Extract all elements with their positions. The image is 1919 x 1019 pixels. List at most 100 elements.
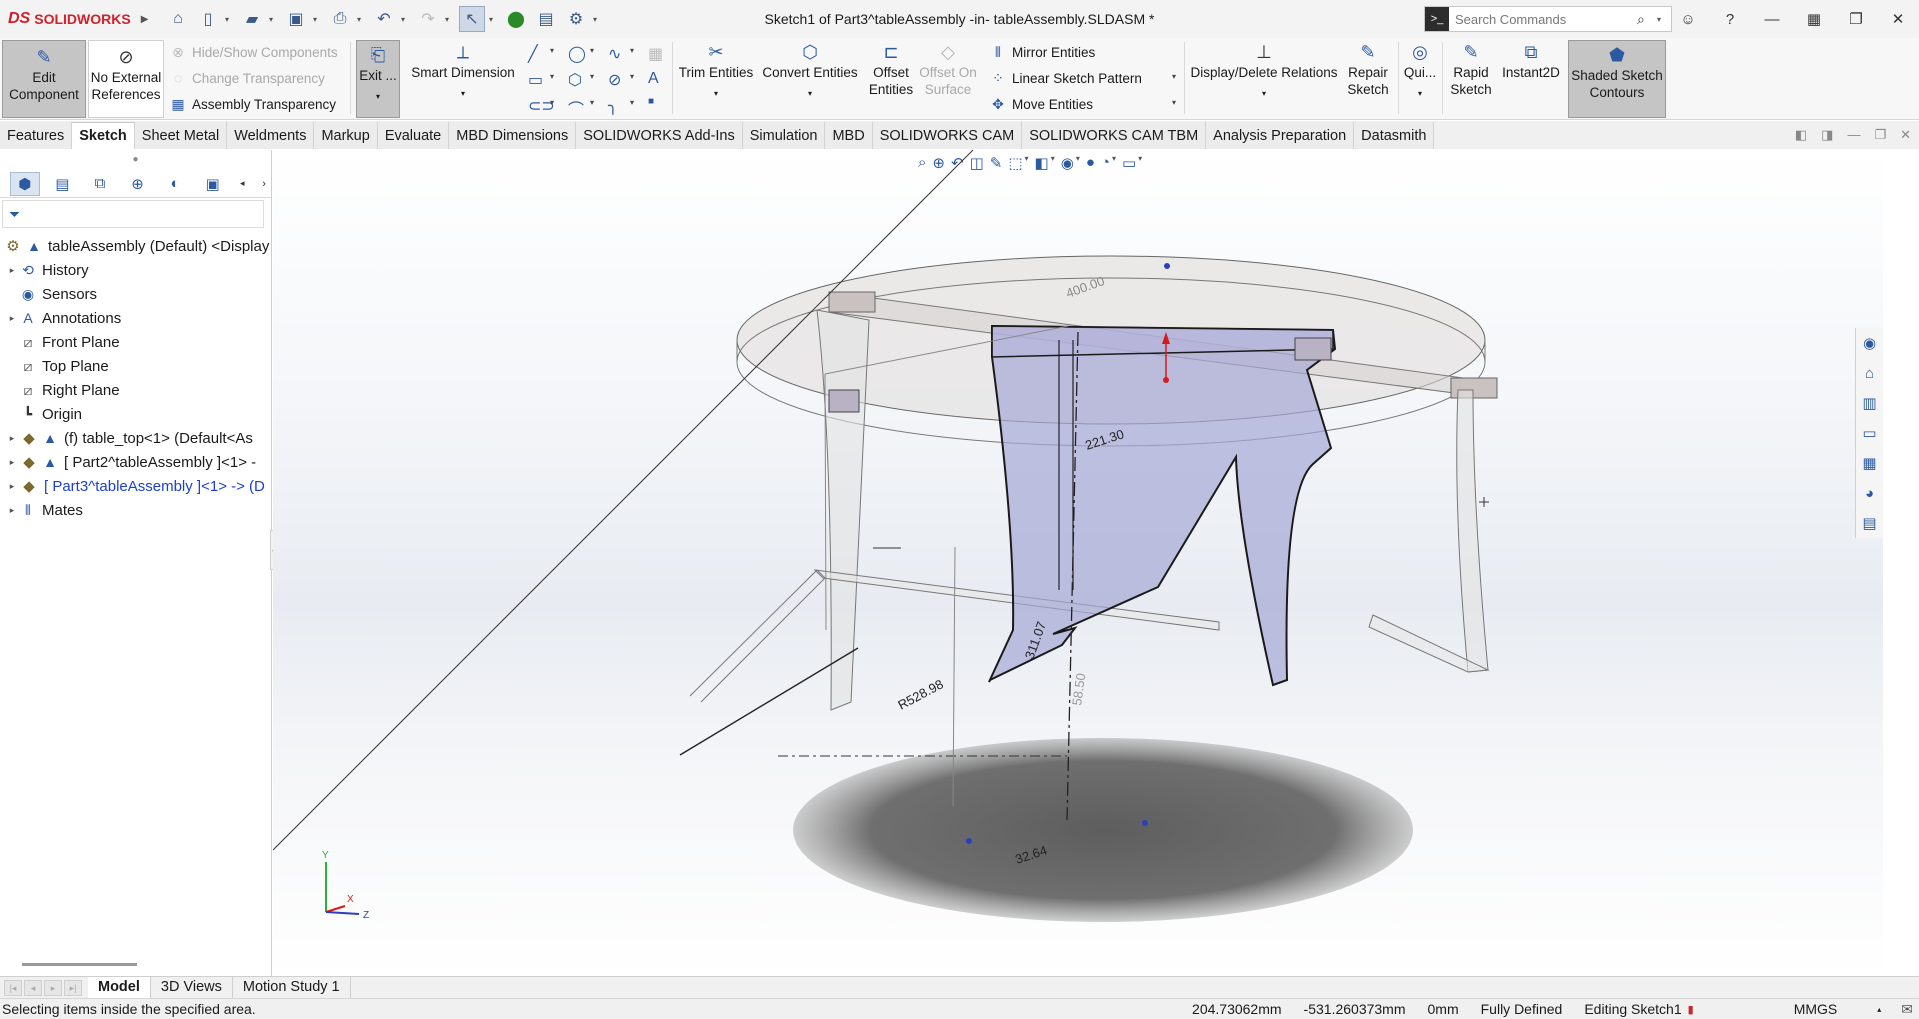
options-dropdown-icon[interactable]: ▾	[593, 15, 603, 24]
circle-icon[interactable]: ◯	[568, 44, 586, 64]
circle-dropdown-icon[interactable]: ▾	[590, 46, 594, 55]
hide-show-components-button[interactable]: ⊗ Hide/Show Components	[170, 44, 337, 61]
prev-tab-icon[interactable]: ◂	[24, 979, 42, 996]
select-dropdown-icon[interactable]: ▾	[489, 15, 499, 24]
mirror-entities-button[interactable]: ⫴ Mirror Entities	[990, 44, 1095, 61]
file-properties-icon[interactable]: ▤	[533, 6, 559, 32]
shaded-sketch-contours-button[interactable]: ⬟ Shaded Sketch Contours	[1568, 40, 1666, 118]
open-dropdown-icon[interactable]: ▾	[269, 15, 279, 24]
repair-sketch-button[interactable]: ✎ Repair Sketch	[1342, 43, 1394, 98]
point-icon[interactable]: ■	[648, 96, 654, 107]
ellipse-dropdown-icon[interactable]: ▾	[630, 72, 634, 81]
assembly-transparency-button[interactable]: ▦ Assembly Transparency	[170, 96, 336, 113]
line-icon[interactable]: ╱	[528, 44, 538, 64]
surface-icon[interactable]: ▦	[648, 44, 663, 64]
dimension-r528[interactable]: R528.98	[895, 676, 945, 712]
linear-sketch-pattern-button[interactable]: ⁘ Linear Sketch Pattern	[990, 70, 1142, 87]
smart-dimension-button[interactable]: ⟂ Smart Dimension ▾	[408, 43, 518, 102]
no-external-references-button[interactable]: ⊘ No External References	[88, 40, 164, 118]
tile-windows-icon[interactable]: ▦	[1793, 10, 1835, 28]
property-manager-icon[interactable]: ▤	[48, 172, 78, 196]
undo-icon[interactable]: ↶	[371, 6, 397, 32]
quick-snaps-button[interactable]: ◎ Qui... ▾	[1402, 43, 1438, 102]
redo-dropdown-icon[interactable]: ▾	[445, 15, 455, 24]
redo-icon[interactable]: ↷	[415, 6, 441, 32]
home-pane-icon[interactable]: ⌂	[1856, 358, 1883, 388]
tab-simulation[interactable]: Simulation	[742, 122, 826, 149]
spline-icon[interactable]: ∿	[608, 44, 621, 64]
tab-datasmith[interactable]: Datasmith	[1354, 122, 1435, 149]
offset-on-surface-button[interactable]: ◇ Offset On Surface	[918, 43, 978, 98]
minimize-icon[interactable]: —	[1751, 11, 1793, 28]
user-account-icon[interactable]: ☺	[1667, 11, 1709, 28]
change-transparency-button[interactable]: ◌ Change Transparency	[170, 70, 325, 86]
move-entities-button[interactable]: ✥ Move Entities	[990, 96, 1093, 113]
tab-analysis-preparation[interactable]: Analysis Preparation	[1206, 122, 1355, 149]
tree-item-part3[interactable]: ▸ ◆ [ Part3^tableAssembly ]<1> -> (D	[0, 474, 271, 498]
units-dropdown-icon[interactable]: ▴	[1877, 1005, 1881, 1014]
horizontal-scrollbar[interactable]	[22, 963, 137, 966]
fillet-dropdown-icon[interactable]: ▾	[590, 98, 594, 107]
polygon-icon[interactable]: ⬡	[568, 70, 582, 90]
tree-item-sensors[interactable]: ◉ Sensors	[0, 282, 271, 306]
view-palette-icon[interactable]: ▦	[1856, 448, 1883, 478]
tab-solidworks-cam[interactable]: SOLIDWORKS CAM	[872, 122, 1023, 149]
spline-dropdown-icon[interactable]: ▾	[630, 46, 634, 55]
undo-dropdown-icon[interactable]: ▾	[401, 15, 411, 24]
sketch-point[interactable]	[1164, 263, 1170, 269]
tree-item-history[interactable]: ▸ ⟲ History	[0, 258, 271, 282]
edit-component-button[interactable]: ✎ Edit Component	[2, 40, 86, 118]
doc-minimize-icon[interactable]: —	[1847, 127, 1860, 143]
tree-item-top-plane[interactable]: ⧄ Top Plane	[0, 354, 271, 378]
move-dropdown-icon[interactable]: ▾	[1172, 98, 1176, 107]
comments-icon[interactable]: ✉	[1901, 1001, 1913, 1018]
exit-sketch-button[interactable]: ⎗ Exit ... ▾	[356, 40, 400, 118]
plane-icon[interactable]: ╮	[608, 96, 618, 116]
open-folder-icon[interactable]: ▰	[239, 6, 265, 32]
model-viewport[interactable]: 400.00 221.30 311.07 R528.98 58.50 32.64…	[273, 150, 1883, 976]
restore-icon[interactable]: ❐	[1835, 10, 1877, 28]
search-icon[interactable]: ⌕	[1637, 11, 1657, 28]
tree-item-table-top[interactable]: ▸ ◆ ▲ (f) table_top<1> (Default<As	[0, 426, 271, 450]
print-dropdown-icon[interactable]: ▾	[357, 15, 367, 24]
expand-icon[interactable]: ▸	[6, 457, 18, 468]
home-icon[interactable]: ⌂	[165, 6, 191, 32]
last-tab-icon[interactable]: ▸|	[64, 979, 82, 996]
save-dropdown-icon[interactable]: ▾	[313, 15, 323, 24]
tab-solidworks-cam-tbm[interactable]: SOLIDWORKS CAM TBM	[1022, 122, 1207, 149]
sketch-point[interactable]	[966, 838, 972, 844]
options-gear-icon[interactable]: ⚙	[563, 6, 589, 32]
next-tab-icon[interactable]: ▸	[44, 979, 62, 996]
new-document-icon[interactable]: ▯	[195, 6, 221, 32]
new-dropdown-icon[interactable]: ▾	[225, 15, 235, 24]
slot-dropdown-icon[interactable]: ▾	[550, 98, 554, 107]
plane-dropdown-icon[interactable]: ▾	[630, 98, 634, 107]
file-explorer-icon[interactable]: ▭	[1856, 418, 1883, 448]
rebuild-traffic-light-icon[interactable]: ⬤	[503, 6, 529, 32]
trim-entities-button[interactable]: ✂ Trim Entities ▾	[676, 43, 756, 102]
expand-icon[interactable]: ▸	[6, 433, 18, 444]
rectangle-icon[interactable]: ▭	[528, 70, 543, 90]
print-icon[interactable]: ⎙	[327, 6, 353, 32]
solidworks-resources-icon[interactable]: ◉	[1856, 328, 1883, 358]
design-library-icon[interactable]: ▥	[1856, 388, 1883, 418]
tab-sheet-metal[interactable]: Sheet Metal	[134, 122, 228, 149]
trim-dropdown-icon[interactable]: ▾	[676, 85, 756, 102]
rebuild-status-icon[interactable]: ▮	[1688, 1003, 1694, 1016]
tab-3d-views[interactable]: 3D Views	[151, 977, 233, 998]
display-delete-relations-button[interactable]: ⊥ Display/Delete Relations ▾	[1190, 43, 1338, 102]
tab-model[interactable]: Model	[88, 977, 151, 998]
quick-snaps-dropdown-icon[interactable]: ▾	[1402, 85, 1438, 102]
menu-arrow-icon[interactable]: ▶	[141, 14, 149, 25]
doc-close-icon[interactable]: ✕	[1900, 127, 1911, 143]
smart-dimension-dropdown-icon[interactable]: ▾	[408, 85, 518, 102]
tree-item-mates[interactable]: ▸ ⫴ Mates	[0, 498, 271, 522]
sketch-point[interactable]	[1142, 820, 1148, 826]
tab-weldments[interactable]: Weldments	[227, 122, 315, 149]
text-icon[interactable]: A	[648, 70, 659, 88]
tab-markup[interactable]: Markup	[314, 122, 378, 149]
rectangle-dropdown-icon[interactable]: ▾	[550, 72, 554, 81]
convert-dropdown-icon[interactable]: ▾	[758, 85, 862, 102]
tree-item-annotations[interactable]: ▸ A Annotations	[0, 306, 271, 330]
relations-dropdown-icon[interactable]: ▾	[1190, 85, 1338, 102]
